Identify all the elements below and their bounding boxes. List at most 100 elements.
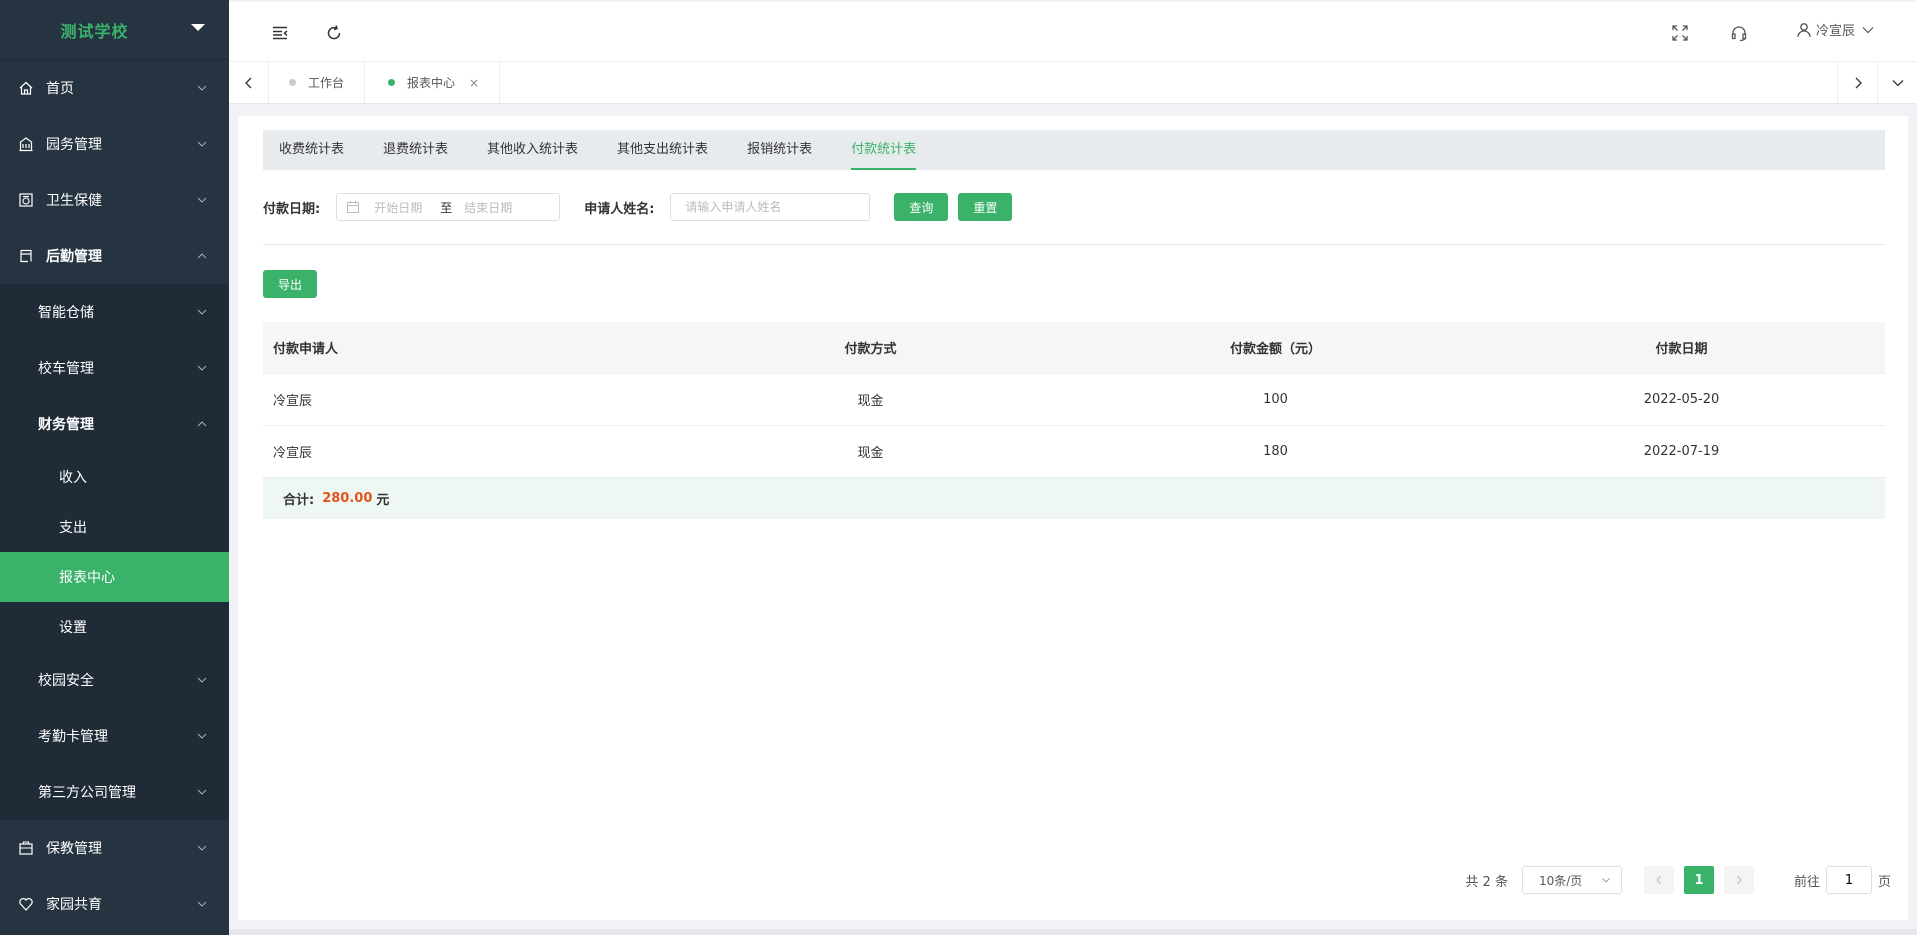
table-row[interactable]: 冷宣辰 现金 100 2022-05-20 [263, 374, 1885, 426]
start-date-placeholder[interactable]: 开始日期 [374, 199, 422, 216]
chevron-down-icon [197, 309, 207, 315]
tabs-scroll-right[interactable] [1837, 62, 1877, 103]
sidebar-item-finance[interactable]: 财务管理 [0, 396, 229, 452]
total-label: 合计: [283, 493, 315, 508]
tab-status-dot [388, 79, 395, 86]
table-header: 付款申请人 付款方式 付款金额（元） 付款日期 [263, 322, 1885, 374]
sidebar-item-health-care[interactable]: 卫生保健 [0, 172, 229, 228]
chevron-down-icon [197, 845, 207, 851]
sidebar-item-label: 设置 [59, 620, 87, 636]
sidebar-item-label: 后勤管理 [46, 249, 102, 265]
tab-payment-report[interactable]: 付款统计表 [835, 130, 932, 170]
bottom-scrollbar[interactable] [229, 929, 1917, 935]
reset-button[interactable]: 重置 [958, 193, 1013, 221]
payment-date-label: 付款日期: [263, 201, 321, 217]
query-button[interactable]: 查询 [894, 193, 949, 221]
cell-applicant: 冷宣辰 [273, 394, 313, 409]
brand-header[interactable]: 测试学校 [0, 0, 229, 60]
page-size-select[interactable]: 10条/页 [1521, 866, 1622, 894]
sidebar-item-report-center[interactable]: 报表中心 [0, 552, 229, 602]
column-header[interactable]: 付款日期 [1478, 338, 1885, 357]
tab-fee-report[interactable]: 收费统计表 [263, 130, 360, 170]
building-icon [19, 137, 33, 152]
sidebar-item-smart-storage[interactable]: 智能仓储 [0, 284, 229, 340]
caret-down-icon[interactable] [191, 24, 205, 31]
sidebar-item-label: 家园共育 [46, 897, 102, 913]
logistics-icon [20, 249, 32, 263]
user-menu[interactable]: 冷宣辰 [1796, 20, 1879, 39]
prev-page-button[interactable] [1643, 866, 1674, 894]
goto-prefix: 前往 [1793, 874, 1820, 890]
goto-suffix: 页 [1877, 874, 1891, 890]
sidebar-item-expense[interactable]: 支出 [0, 502, 229, 552]
headset-icon[interactable] [1730, 24, 1748, 42]
table-row[interactable]: 冷宣辰 现金 180 2022-07-19 [263, 426, 1885, 478]
health-icon [19, 193, 33, 207]
close-icon[interactable]: × [469, 76, 479, 90]
chevron-down-icon [1892, 79, 1903, 86]
column-header[interactable]: 付款金额（元） [1073, 338, 1478, 357]
chevron-down-icon [197, 789, 207, 795]
pagination: 共 2 条 10条/页 1 前往 页 [1465, 866, 1891, 894]
tab-workbench[interactable]: 工作台 [269, 62, 366, 103]
sidebar-item-label: 卫生保健 [46, 193, 102, 209]
cell-method: 现金 [857, 394, 884, 409]
chevron-down-icon [197, 901, 207, 907]
total-unit: 元 [376, 493, 390, 508]
sidebar: 测试学校 首页 园务管理 卫生保健 后勤管理 智能仓储 校车管理 财务管理 收入… [0, 0, 229, 935]
sidebar-item-campus-safety[interactable]: 校园安全 [0, 652, 229, 708]
tab-reimbursement-report[interactable]: 报销统计表 [731, 130, 828, 170]
page-number-current[interactable]: 1 [1683, 866, 1714, 894]
tab-report-center[interactable]: 报表中心 × [368, 62, 501, 103]
column-header[interactable]: 付款申请人 [263, 338, 668, 357]
school-name: 测试学校 [60, 21, 129, 41]
top-header: 冷宣辰 [229, 0, 1917, 62]
chevron-down-icon [197, 677, 207, 683]
sidebar-item-campus-affairs[interactable]: 园务管理 [0, 116, 229, 172]
heart-icon [19, 898, 33, 911]
menu-fold-icon[interactable] [271, 24, 289, 42]
sidebar-item-home-school[interactable]: 家园共育 [0, 876, 229, 932]
chevron-down-icon [1602, 878, 1610, 883]
total-count: 共 2 条 [1465, 874, 1508, 890]
chevron-left-icon [1656, 876, 1661, 884]
report-tabs: 收费统计表 退费统计表 其他收入统计表 其他支出统计表 报销统计表 付款统计表 [263, 130, 1885, 170]
tab-refund-report[interactable]: 退费统计表 [367, 130, 464, 170]
tab-other-expense-report[interactable]: 其他支出统计表 [601, 130, 724, 170]
sidebar-item-label: 校园安全 [38, 673, 94, 689]
tab-other-income-report[interactable]: 其他收入统计表 [471, 130, 594, 170]
chevron-down-icon [197, 141, 207, 147]
sidebar-item-settings[interactable]: 设置 [0, 602, 229, 652]
fullscreen-icon[interactable] [1671, 24, 1689, 42]
divider [263, 244, 1885, 245]
tabs-scroll-left[interactable] [229, 62, 269, 103]
sidebar-item-home[interactable]: 首页 [0, 60, 229, 116]
chevron-right-icon [1737, 876, 1742, 884]
refresh-icon[interactable] [325, 24, 343, 42]
home-icon [19, 81, 33, 95]
total-row: 合计: 280.00 元 [263, 478, 1885, 519]
sidebar-item-education[interactable]: 保教管理 [0, 820, 229, 876]
sidebar-item-label: 报表中心 [59, 570, 115, 586]
tabs-dropdown[interactable] [1877, 62, 1917, 103]
column-header[interactable]: 付款方式 [668, 338, 1073, 357]
sidebar-item-label: 第三方公司管理 [38, 785, 136, 801]
page-size-value: 10条/页 [1538, 873, 1583, 888]
sidebar-item-logistics[interactable]: 后勤管理 [0, 228, 229, 284]
cell-amount: 180 [1263, 444, 1288, 459]
user-name: 冷宣辰 [1815, 24, 1855, 39]
sidebar-item-school-bus[interactable]: 校车管理 [0, 340, 229, 396]
goto-page: 前往 页 [1794, 866, 1891, 894]
export-button[interactable]: 导出 [263, 270, 318, 298]
date-range-picker[interactable]: 开始日期 至 结束日期 [336, 193, 561, 221]
calendar-icon [347, 201, 360, 213]
sidebar-item-third-party[interactable]: 第三方公司管理 [0, 764, 229, 820]
chevron-down-icon [197, 733, 207, 739]
next-page-button[interactable] [1723, 866, 1754, 894]
applicant-name-input[interactable] [670, 193, 871, 221]
end-date-placeholder[interactable]: 结束日期 [464, 199, 512, 216]
goto-page-input[interactable] [1825, 866, 1872, 894]
tab-status-dot [289, 79, 296, 86]
sidebar-item-income[interactable]: 收入 [0, 452, 229, 502]
sidebar-item-attendance-card[interactable]: 考勤卡管理 [0, 708, 229, 764]
